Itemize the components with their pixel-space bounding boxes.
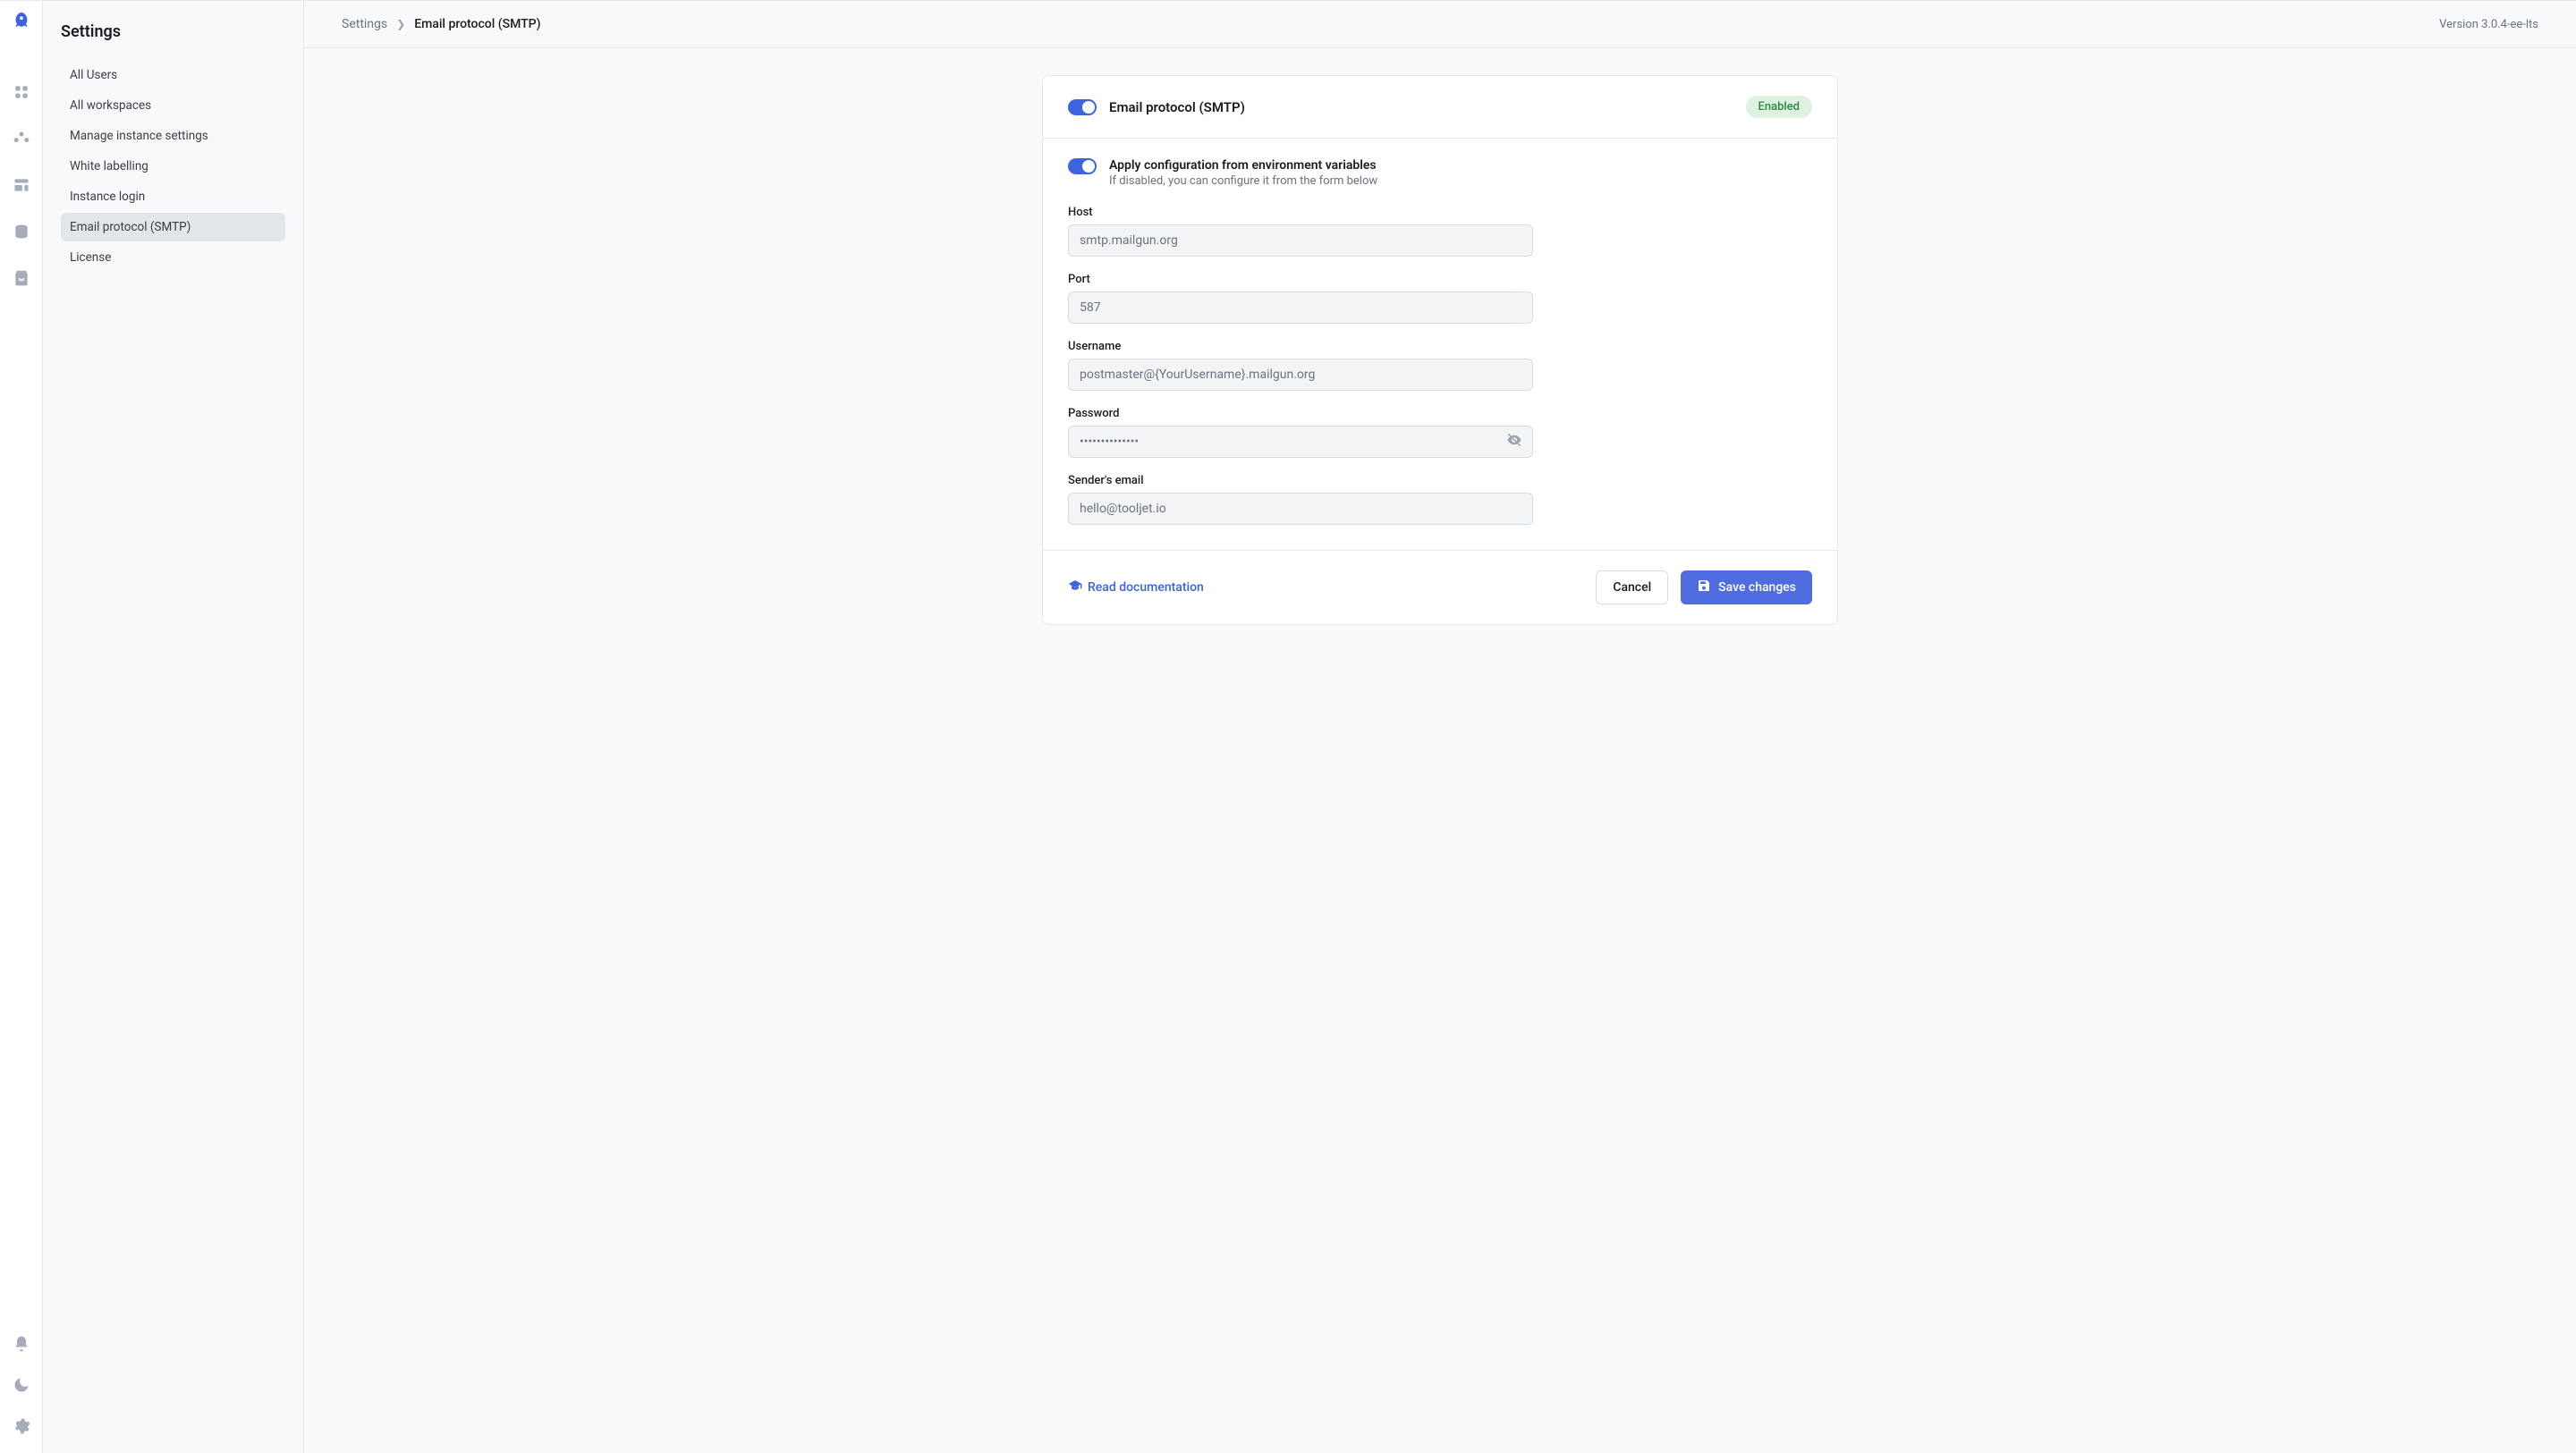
apps-icon[interactable] bbox=[11, 81, 32, 103]
sender-input[interactable] bbox=[1068, 493, 1533, 525]
smtp-toggle[interactable] bbox=[1068, 99, 1097, 115]
breadcrumb-current: Email protocol (SMTP) bbox=[414, 17, 540, 31]
gear-icon[interactable] bbox=[11, 1415, 32, 1437]
moon-icon[interactable] bbox=[11, 1374, 32, 1396]
eye-off-icon[interactable] bbox=[1506, 432, 1522, 452]
host-input[interactable] bbox=[1068, 224, 1533, 257]
sidebar-item-instance-settings[interactable]: Manage instance settings bbox=[61, 122, 285, 150]
doc-link-label: Read documentation bbox=[1088, 580, 1204, 595]
password-label: Password bbox=[1068, 407, 1533, 420]
read-documentation-link[interactable]: Read documentation bbox=[1068, 579, 1204, 596]
username-input[interactable] bbox=[1068, 359, 1533, 391]
sidebar-item-instance-login[interactable]: Instance login bbox=[61, 182, 285, 211]
username-label: Username bbox=[1068, 340, 1533, 353]
sidebar-item-all-workspaces[interactable]: All workspaces bbox=[61, 91, 285, 120]
sidebar-item-email-smtp[interactable]: Email protocol (SMTP) bbox=[61, 213, 285, 241]
sidebar-title: Settings bbox=[61, 22, 285, 41]
config-title: Apply configuration from environment var… bbox=[1109, 158, 1377, 173]
cancel-button[interactable]: Cancel bbox=[1596, 570, 1668, 604]
sidebar-item-license[interactable]: License bbox=[61, 243, 285, 272]
layout-icon[interactable] bbox=[11, 174, 32, 196]
sidebar-item-label: License bbox=[70, 250, 111, 265]
bell-icon[interactable] bbox=[11, 1333, 32, 1355]
sidebar-item-all-users[interactable]: All Users bbox=[61, 61, 285, 89]
graduation-cap-icon bbox=[1068, 579, 1082, 596]
cancel-button-label: Cancel bbox=[1613, 580, 1651, 595]
sidebar-item-label: White labelling bbox=[70, 159, 148, 173]
env-config-toggle[interactable] bbox=[1068, 158, 1097, 174]
sidebar-item-label: All workspaces bbox=[70, 98, 151, 113]
status-badge: Enabled bbox=[1746, 96, 1813, 118]
smtp-card: Email protocol (SMTP) Enabled Apply conf… bbox=[1042, 75, 1838, 625]
save-button[interactable]: Save changes bbox=[1681, 570, 1812, 604]
sidebar-item-label: Manage instance settings bbox=[70, 129, 208, 143]
sender-label: Sender's email bbox=[1068, 474, 1533, 487]
password-input[interactable] bbox=[1068, 426, 1533, 458]
version-label: Version 3.0.4-ee-lts bbox=[2439, 18, 2538, 31]
host-label: Host bbox=[1068, 206, 1533, 219]
settings-sidebar: Settings All Users All workspaces Manage… bbox=[43, 1, 304, 1453]
users-icon[interactable] bbox=[11, 128, 32, 149]
card-title: Email protocol (SMTP) bbox=[1109, 99, 1245, 115]
save-button-label: Save changes bbox=[1718, 580, 1796, 595]
icon-rail bbox=[0, 1, 43, 1453]
marketplace-icon[interactable] bbox=[11, 267, 32, 289]
sidebar-item-white-labelling[interactable]: White labelling bbox=[61, 152, 285, 181]
breadcrumb-root[interactable]: Settings bbox=[342, 17, 387, 31]
sidebar-item-label: Instance login bbox=[70, 190, 145, 204]
breadcrumb: Settings ❯ Email protocol (SMTP) bbox=[342, 17, 541, 31]
port-label: Port bbox=[1068, 273, 1533, 286]
save-icon bbox=[1697, 579, 1711, 596]
database-icon[interactable] bbox=[11, 221, 32, 242]
chevron-right-icon: ❯ bbox=[396, 18, 405, 30]
config-subtitle: If disabled, you can configure it from t… bbox=[1109, 174, 1377, 188]
rocket-icon[interactable] bbox=[11, 10, 32, 31]
topbar: Settings ❯ Email protocol (SMTP) Version… bbox=[304, 1, 2576, 48]
sidebar-item-label: All Users bbox=[70, 68, 117, 82]
port-input[interactable] bbox=[1068, 291, 1533, 324]
sidebar-item-label: Email protocol (SMTP) bbox=[70, 220, 191, 234]
